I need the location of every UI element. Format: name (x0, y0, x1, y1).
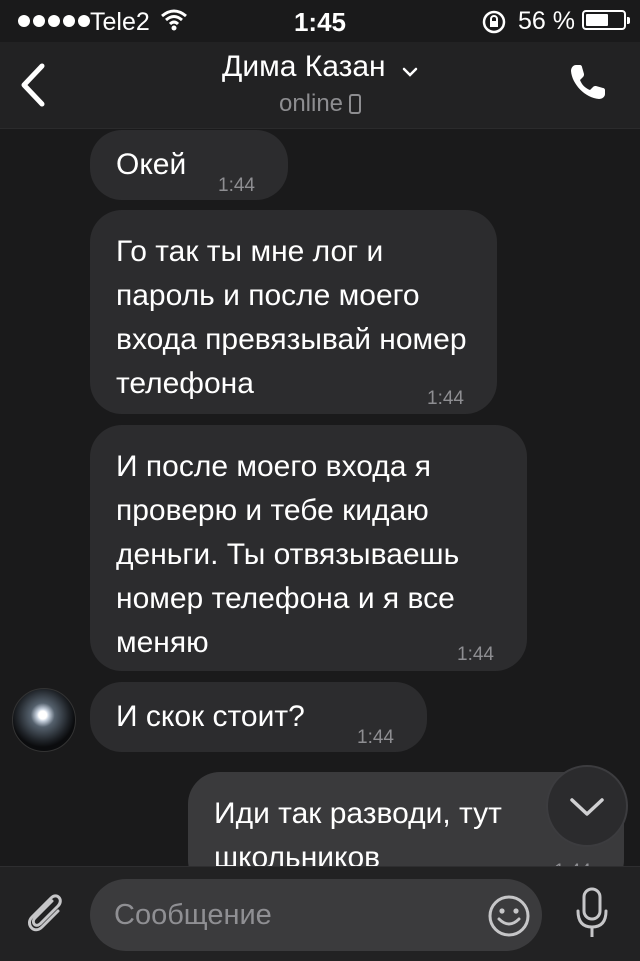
battery-percentage: 56 % (518, 7, 575, 35)
paperclip-icon (28, 894, 62, 932)
emoji-button[interactable] (487, 894, 531, 943)
message-text: Иди так разводи, тут школьников (214, 797, 502, 866)
chat-header: Дима Казан online (0, 42, 640, 129)
call-button[interactable] (568, 62, 608, 107)
smiley-icon (488, 895, 530, 937)
contact-status: online (0, 90, 640, 118)
mobile-device-icon (349, 94, 362, 114)
message-composer: Сообщение (0, 866, 640, 961)
message-bubble[interactable]: Окей 1:44 (90, 130, 288, 200)
status-bar: Tele2 1:45 56 % (0, 0, 640, 42)
message-input[interactable]: Сообщение (90, 879, 542, 951)
message-time: 1:44 (554, 850, 591, 866)
microphone-icon (576, 887, 608, 937)
message-bubble[interactable]: Го так ты мне лог и пароль и после моего… (90, 210, 497, 414)
battery-icon (582, 10, 630, 30)
message-bubble[interactable]: И после моего входа я проверю и тебе кид… (90, 425, 527, 671)
chevron-down-icon (570, 798, 604, 816)
voice-message-button[interactable] (574, 887, 610, 946)
message-time: 1:44 (218, 175, 255, 196)
online-status-text: online (278, 90, 344, 117)
message-time: 1:44 (357, 727, 394, 748)
chevron-down-icon (402, 51, 418, 85)
phone-icon (571, 65, 605, 99)
message-time: 1:44 (457, 644, 494, 665)
message-text: И скок стоит? (116, 700, 305, 733)
message-text: Окей (116, 148, 187, 181)
message-text: Го так ты мне лог и пароль и после моего… (116, 235, 467, 400)
message-time: 1:44 (427, 388, 464, 409)
contact-title-button[interactable]: Дима Казан (0, 50, 640, 85)
message-input-placeholder: Сообщение (114, 899, 272, 931)
avatar[interactable] (12, 688, 76, 752)
message-list[interactable]: Окей 1:44 Го так ты мне лог и пароль и п… (0, 129, 640, 866)
scroll-to-bottom-button[interactable] (546, 765, 628, 847)
contact-name: Дима Казан (222, 50, 386, 83)
message-text: И после моего входа я проверю и тебе кид… (116, 450, 460, 659)
attach-button[interactable] (22, 889, 68, 942)
message-bubble[interactable]: И скок стоит? 1:44 (90, 682, 427, 752)
rotation-lock-icon (481, 9, 507, 40)
